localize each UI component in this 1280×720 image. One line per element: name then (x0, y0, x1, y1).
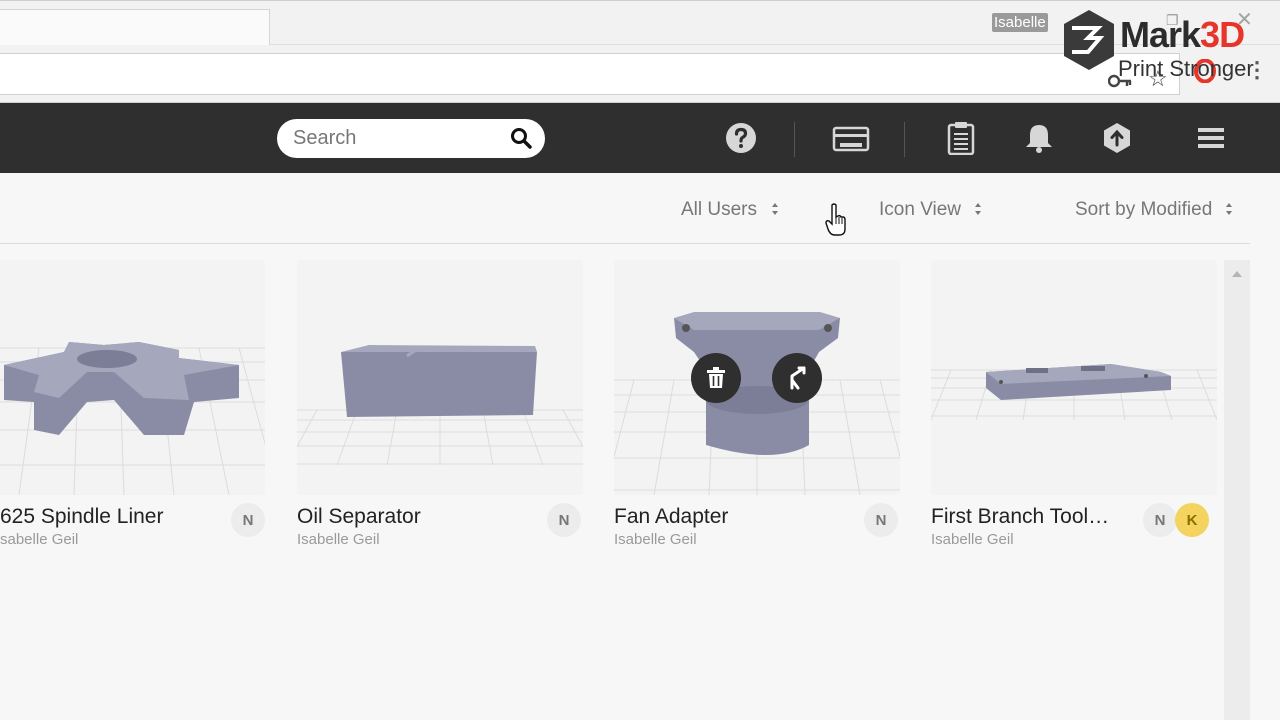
first-branch-tool-model-preview (931, 364, 1217, 421)
part-badges: N K (1143, 503, 1209, 537)
sort-dropdown[interactable]: Sort by Modified (1075, 199, 1232, 223)
mark3d-logo-icon (1064, 10, 1114, 70)
spindle-liner-model-preview (0, 342, 265, 495)
part-thumbnail[interactable] (0, 260, 265, 495)
hamburger-menu-icon[interactable] (1196, 121, 1226, 155)
part-card[interactable]: 625 Spindle Liner sabelle Geil N (0, 260, 265, 550)
badge-n: N (547, 503, 581, 537)
badge-n: N (1143, 503, 1177, 537)
mark3d-wordmark-prefix: Mark (1120, 14, 1201, 55)
upload-icon[interactable] (1100, 121, 1134, 155)
part-thumbnail[interactable] (931, 260, 1217, 495)
part-card[interactable]: Fan Adapter Isabelle Geil N (614, 260, 900, 550)
user-filter-label: All Users (681, 199, 758, 220)
library-toolbar: All Users Icon View Sort by Modified (0, 173, 1250, 244)
header-divider (794, 122, 795, 157)
search-box[interactable] (277, 119, 545, 158)
app-header (0, 103, 1280, 173)
help-icon[interactable] (724, 121, 758, 155)
vertical-scrollbar[interactable] (1224, 260, 1250, 720)
browser-tab[interactable] (0, 9, 270, 46)
mark3d-watermark-logo: Mark3D Print Stronger (1060, 8, 1270, 88)
trash-icon (707, 367, 725, 388)
badge-n: N (231, 503, 265, 537)
part-badges: N (547, 503, 581, 537)
part-card[interactable]: First Branch Tool… Isabelle Geil N K (931, 260, 1217, 550)
part-owner: Isabelle Geil (931, 531, 1014, 548)
printer-icon[interactable] (832, 121, 870, 155)
part-thumbnail[interactable] (297, 260, 583, 495)
part-owner: Isabelle Geil (297, 531, 380, 548)
user-filter-dropdown[interactable]: All Users (681, 199, 778, 223)
mark3d-wordmark-accent: 3D (1200, 14, 1245, 55)
part-title[interactable]: 625 Spindle Liner (0, 505, 190, 529)
address-bar[interactable]: ☆ (0, 53, 1180, 95)
badge-n: N (864, 503, 898, 537)
part-badges: N (231, 503, 265, 537)
mark3d-wordmark: Mark3D (1120, 14, 1245, 56)
part-card[interactable]: Oil Separator Isabelle Geil N (297, 260, 583, 550)
branch-part-button[interactable] (772, 353, 822, 403)
browser-profile-name[interactable]: Isabelle (992, 13, 1048, 32)
badge-k: K (1175, 503, 1209, 537)
fan-adapter-model-preview (614, 312, 900, 495)
scroll-up-arrow-icon[interactable] (1231, 270, 1243, 278)
mark3d-tagline: Print Stronger (1118, 56, 1254, 81)
hand-cursor-icon (825, 203, 846, 236)
part-badges: N (864, 503, 898, 537)
sort-caret-icon (975, 203, 981, 215)
sort-label: Sort by Modified (1075, 199, 1213, 220)
part-title[interactable]: First Branch Tool… (931, 505, 1121, 529)
sort-caret-icon (772, 203, 778, 215)
delete-part-button[interactable] (691, 353, 741, 403)
branch-icon (790, 366, 806, 390)
part-title[interactable]: Fan Adapter (614, 505, 838, 529)
part-owner: Isabelle Geil (614, 531, 697, 548)
search-icon[interactable] (510, 127, 532, 149)
part-thumbnail[interactable] (614, 260, 900, 495)
search-input[interactable] (293, 119, 503, 158)
part-title[interactable]: Oil Separator (297, 505, 521, 529)
header-divider (904, 122, 905, 157)
bell-icon[interactable] (1022, 121, 1056, 155)
part-owner: sabelle Geil (0, 531, 79, 548)
oil-separator-model-preview (297, 345, 583, 466)
view-mode-dropdown[interactable]: Icon View (879, 199, 981, 223)
clipboard-icon[interactable] (944, 121, 978, 155)
view-mode-label: Icon View (879, 199, 962, 220)
sort-caret-icon (1226, 203, 1232, 215)
